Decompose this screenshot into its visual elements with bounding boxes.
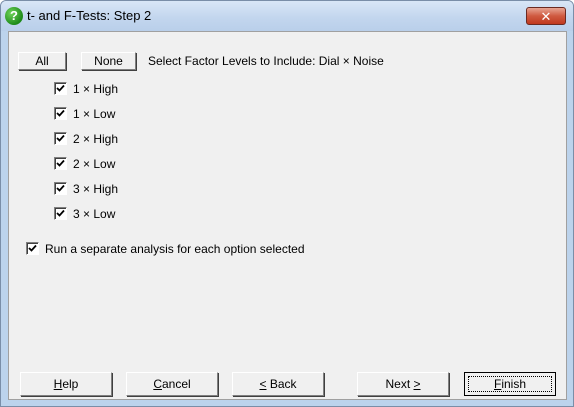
level-label: 2 × High (73, 132, 119, 146)
finish-button[interactable]: Finish (464, 372, 556, 396)
checkbox-box[interactable] (54, 132, 67, 145)
close-icon: ✕ (540, 9, 552, 24)
level-label: 3 × Low (73, 207, 116, 221)
checkmark-icon (28, 244, 37, 252)
window-title: t- and F-Tests: Step 2 (27, 8, 152, 23)
checkmark-icon (56, 184, 65, 192)
cancel-button[interactable]: Cancel (126, 372, 218, 396)
help-button[interactable]: Help (20, 372, 112, 396)
checkbox-box[interactable] (54, 82, 67, 95)
separate-analysis-label: Run a separate analysis for each option … (45, 242, 305, 256)
back-button[interactable]: < Back (232, 372, 324, 396)
checkmark-icon (56, 209, 65, 217)
next-button[interactable]: Next > (357, 372, 449, 396)
checkbox-box[interactable] (54, 157, 67, 170)
checkbox-box[interactable] (26, 242, 39, 255)
dialog-window: ? t- and F-Tests: Step 2 ✕ All None Sele… (0, 0, 574, 407)
level-label: 1 × Low (73, 107, 116, 121)
factor-levels-label: Select Factor Levels to Include: Dial × … (148, 54, 384, 68)
level-label: 3 × High (73, 182, 119, 196)
dialog-body: All None Select Factor Levels to Include… (8, 31, 567, 400)
checkbox-box[interactable] (54, 182, 67, 195)
checkbox-box[interactable] (54, 107, 67, 120)
help-question-icon: ? (5, 7, 23, 25)
checkmark-icon (56, 134, 65, 142)
checkmark-icon (56, 84, 65, 92)
select-all-button[interactable]: All (18, 52, 66, 70)
select-none-button[interactable]: None (81, 52, 136, 70)
checkbox-box[interactable] (54, 207, 67, 220)
title-bar: ? t- and F-Tests: Step 2 ✕ (1, 1, 573, 31)
level-label: 1 × High (73, 82, 119, 96)
level-label: 2 × Low (73, 157, 116, 171)
checkmark-icon (56, 159, 65, 167)
checkmark-icon (56, 109, 65, 117)
close-button[interactable]: ✕ (526, 7, 566, 25)
